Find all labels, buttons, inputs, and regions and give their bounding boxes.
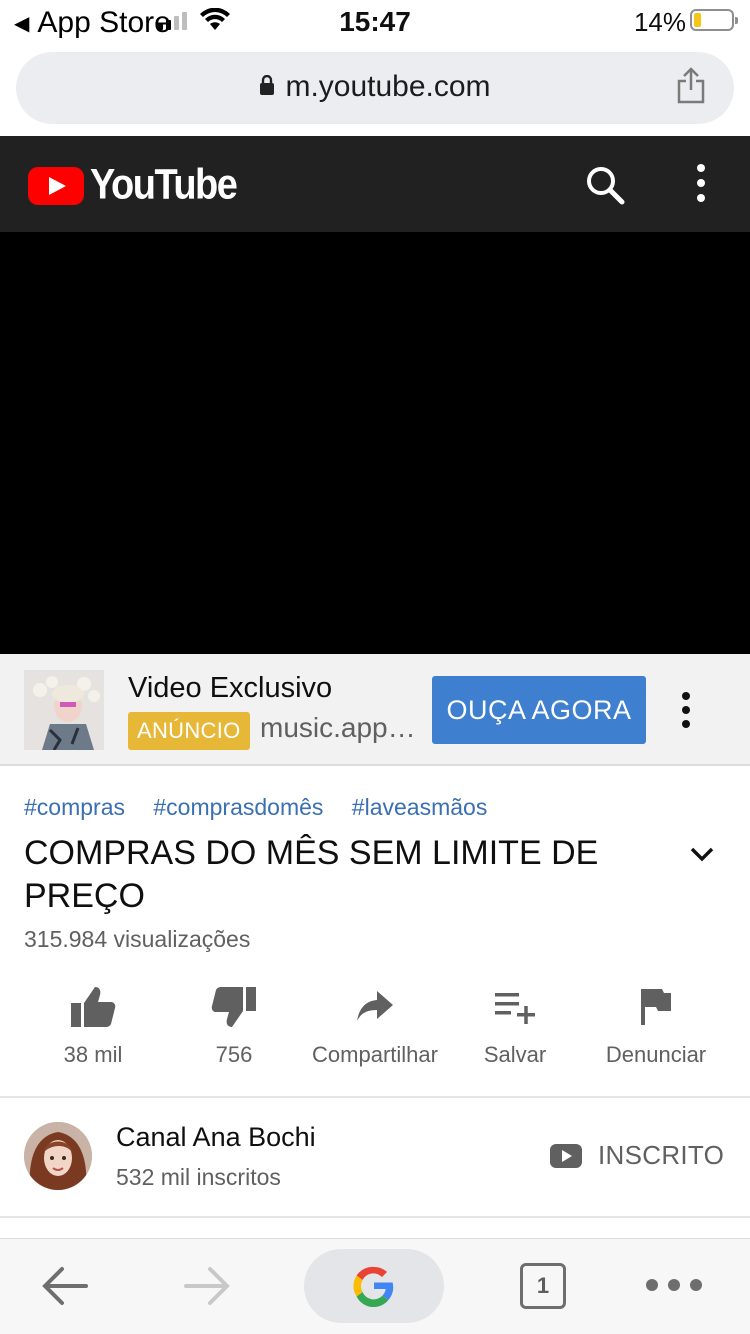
chevron-down-icon[interactable] (688, 840, 716, 868)
youtube-wordmark: YouTube (90, 161, 238, 209)
search-icon[interactable] (584, 164, 626, 206)
like-count: 38 mil (63, 1042, 123, 1067)
thumbs-down-icon (211, 987, 256, 1027)
browser-menu-icon[interactable] (646, 1279, 702, 1291)
share-icon[interactable] (676, 66, 706, 106)
youtube-subscribe-icon (550, 1143, 582, 1168)
ad-thumbnail[interactable] (24, 670, 104, 750)
subscribe-state-label: INSCRITO (598, 1140, 725, 1170)
dislike-count: 756 (215, 1042, 253, 1067)
youtube-play-icon (28, 166, 84, 205)
subscriber-count: 532 mil inscritos (116, 1164, 281, 1190)
flag-icon (641, 989, 671, 1025)
save-label: Salvar (483, 1042, 547, 1067)
more-options-icon[interactable] (690, 164, 710, 204)
battery-percent: 14% (633, 7, 686, 37)
subscribe-button[interactable]: INSCRITO (550, 1140, 724, 1171)
report-button[interactable]: Denunciar (581, 984, 731, 1068)
forward-arrow-icon[interactable] (182, 1263, 232, 1309)
tab-switcher-button[interactable]: 1 (520, 1263, 566, 1309)
hashtag-link[interactable]: #laveasmãos (352, 794, 488, 820)
lock-icon (260, 75, 275, 96)
dislike-button[interactable]: 756 (159, 984, 309, 1068)
hashtag-link[interactable]: #comprasdomês (153, 794, 323, 820)
address-bar[interactable]: m.youtube.com (16, 52, 734, 124)
playlist-add-icon (495, 993, 535, 1024)
view-count: 315.984 visualizações (24, 926, 251, 952)
ad-title[interactable]: Video Exclusivo (128, 672, 332, 705)
google-search-button[interactable] (304, 1249, 444, 1323)
channel-avatar[interactable] (24, 1122, 92, 1190)
url-text: m.youtube.com (285, 70, 491, 103)
share-arrow-icon (357, 991, 393, 1021)
divider (0, 1216, 750, 1218)
ad-url[interactable]: music.apple.com (260, 712, 420, 744)
youtube-header: YouTube (0, 136, 750, 232)
ad-more-icon[interactable] (678, 692, 694, 728)
share-label: Compartilhar (312, 1042, 438, 1067)
share-button[interactable]: Compartilhar (300, 984, 450, 1068)
save-button[interactable]: Salvar (440, 984, 590, 1068)
battery-icon (690, 9, 738, 31)
report-label: Denunciar (605, 1042, 707, 1067)
ad-banner[interactable]: Video Exclusivo ANÚNCIO music.apple.com … (0, 654, 750, 766)
action-bar: 38 mil 756 Compartilhar Salvar Denunciar (0, 984, 750, 1094)
google-g-icon (353, 1266, 394, 1308)
browser-toolbar: 1 (0, 1238, 750, 1334)
ad-badge: ANÚNCIO (128, 712, 250, 750)
channel-name[interactable]: Canal Ana Bochi (116, 1122, 316, 1153)
hashtag-link[interactable]: #compras (24, 794, 125, 820)
video-title[interactable]: COMPRAS DO MÊS SEM LIMITE DE PREÇO (24, 832, 644, 918)
divider (0, 1096, 750, 1098)
back-arrow-icon[interactable] (40, 1263, 90, 1309)
ad-cta-button[interactable]: OUÇA AGORA (432, 676, 646, 744)
like-button[interactable]: 38 mil (18, 984, 168, 1068)
status-bar: ◀ App Store 15:47 14% (0, 0, 750, 44)
thumbs-up-icon (71, 987, 116, 1027)
hashtag-list: #compras #comprasdomês #laveasmãos (24, 794, 509, 821)
youtube-logo[interactable]: YouTube (28, 161, 238, 209)
video-player[interactable] (0, 232, 750, 654)
